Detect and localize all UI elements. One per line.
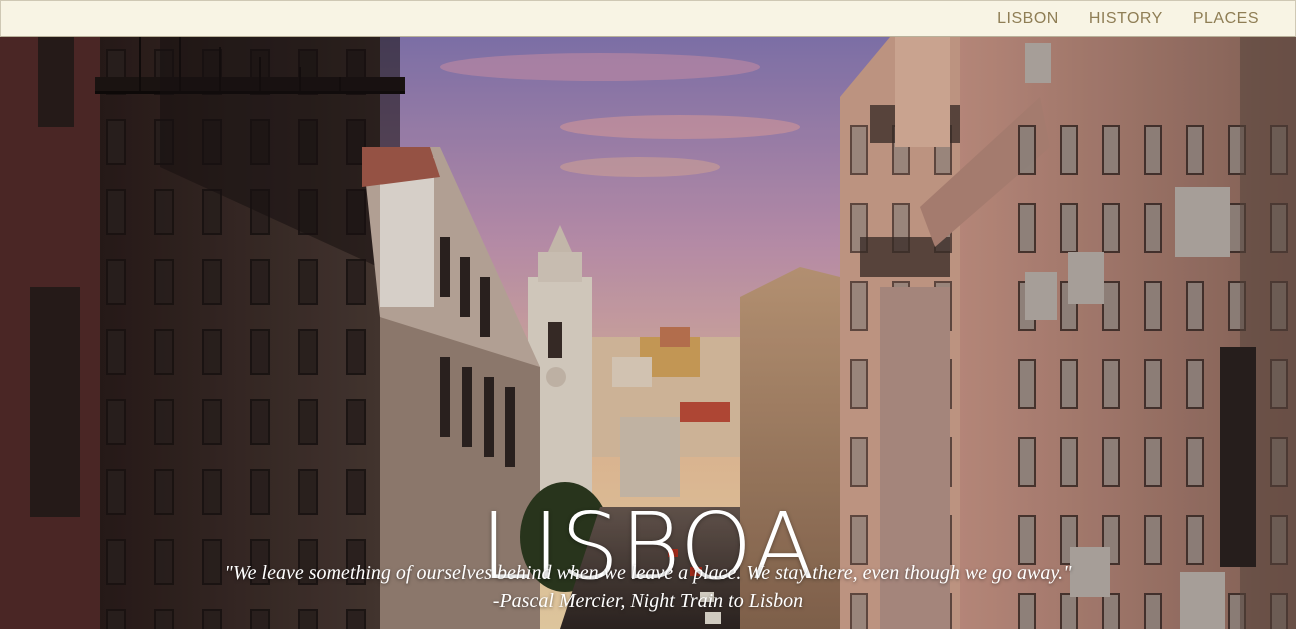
- nav-link-history[interactable]: HISTORY: [1089, 10, 1163, 28]
- navbar: LISBON HISTORY PLACES: [0, 0, 1296, 37]
- hero-section: LISBOA "We leave something of ourselves …: [0, 37, 1296, 629]
- hero-quote: "We leave something of ourselves behind …: [0, 559, 1296, 615]
- quote-text: "We leave something of ourselves behind …: [224, 562, 1072, 584]
- nav-links: LISBON HISTORY PLACES: [997, 1, 1259, 37]
- nav-link-places[interactable]: PLACES: [1193, 10, 1259, 28]
- nav-link-lisbon[interactable]: LISBON: [997, 10, 1059, 28]
- quote-attribution: -Pascal Mercier, Night Train to Lisbon: [492, 590, 804, 612]
